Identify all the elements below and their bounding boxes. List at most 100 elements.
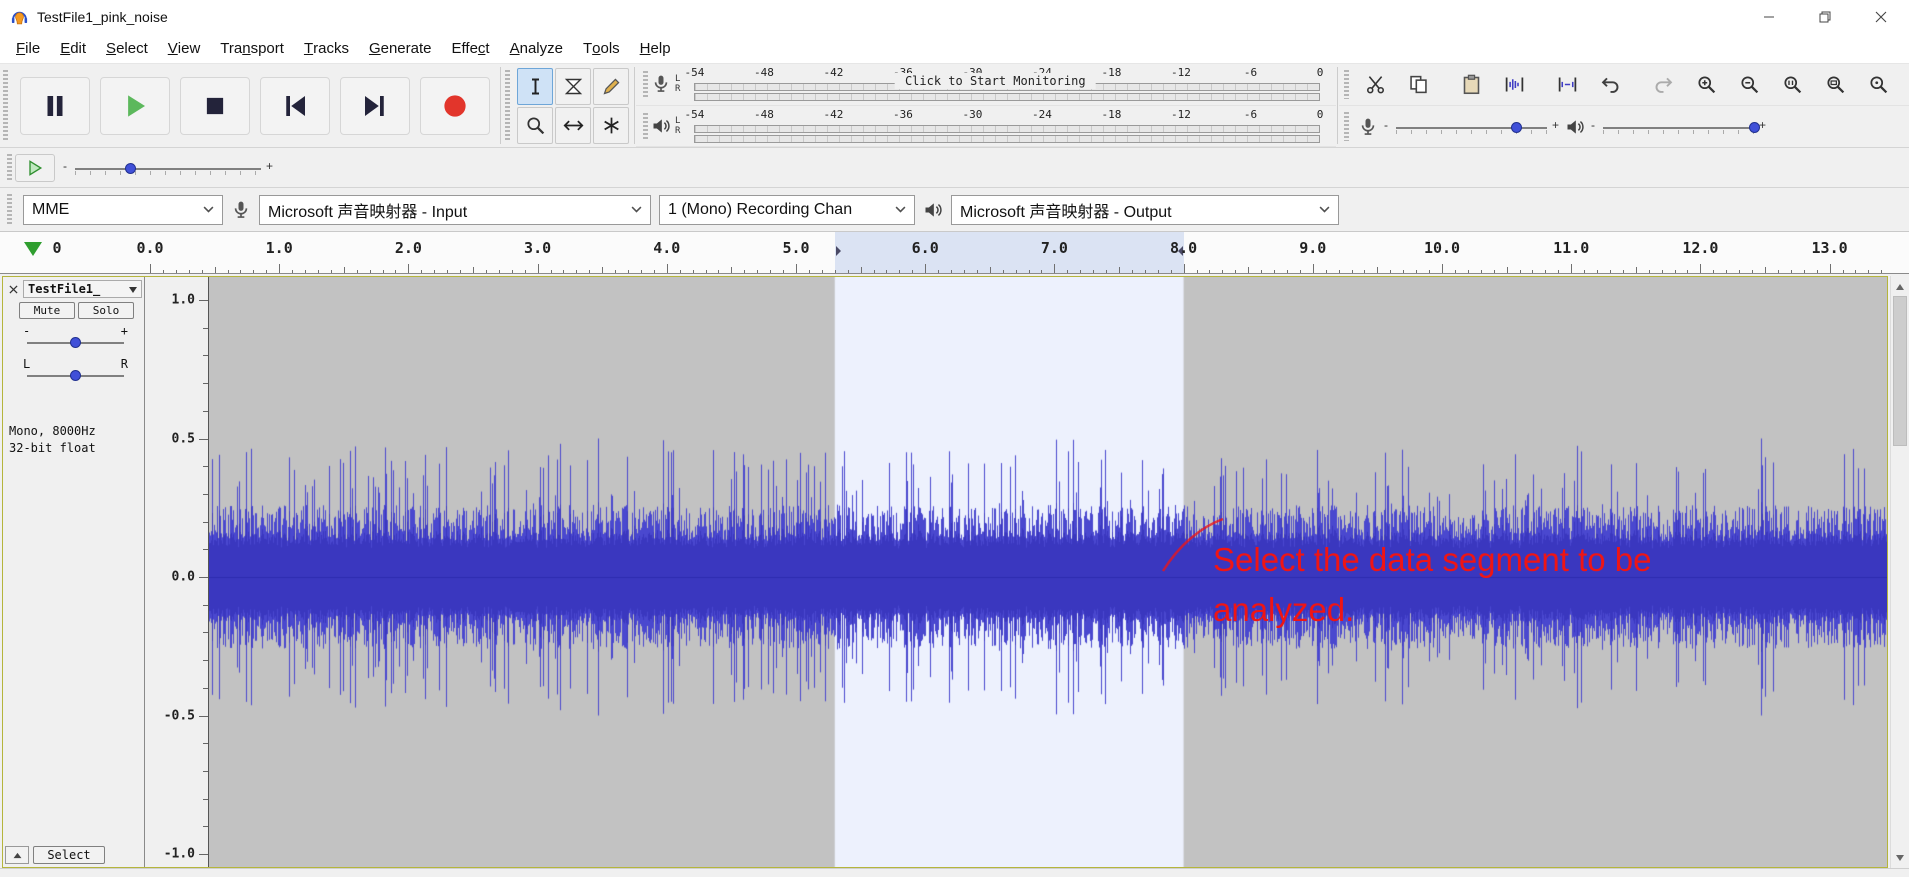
timeline-label: 1.0 xyxy=(266,239,293,257)
ruler-tick xyxy=(1197,270,1198,273)
record-button[interactable] xyxy=(420,77,490,135)
pause-button[interactable] xyxy=(20,77,90,135)
multi-button[interactable] xyxy=(593,107,629,144)
selection-button[interactable] xyxy=(517,68,553,105)
menu-file[interactable]: File xyxy=(6,34,50,63)
audio-host-select[interactable]: MME xyxy=(23,195,223,225)
ruler-tick xyxy=(938,270,939,273)
slider-thumb[interactable] xyxy=(125,163,136,174)
silence-button[interactable] xyxy=(1547,70,1587,100)
toolbar-grip[interactable] xyxy=(643,71,648,98)
cut-button[interactable] xyxy=(1355,70,1395,100)
minimize-button[interactable] xyxy=(1741,0,1797,34)
ruler-tick xyxy=(1274,270,1275,273)
scroll-down-button[interactable] xyxy=(1891,851,1909,868)
pan-slider[interactable]: L R xyxy=(19,355,132,387)
ruler-tick xyxy=(731,267,732,273)
menu-tools[interactable]: Tools xyxy=(573,34,630,63)
menubar: FileEditSelectViewTransportTracksGenerat… xyxy=(0,34,1909,64)
ruler-tick xyxy=(357,270,358,273)
zoom-toggle-button[interactable] xyxy=(1858,70,1898,100)
skip-start-button[interactable] xyxy=(260,77,330,135)
toolbar-grip[interactable] xyxy=(7,194,12,225)
envelope-button[interactable] xyxy=(555,68,591,105)
timeline-ruler[interactable]: 0 0.01.02.03.04.05.06.07.08.09.010.011.0… xyxy=(0,232,1909,274)
recording-volume-slider[interactable]: - + xyxy=(1384,114,1559,140)
menu-transport[interactable]: Transport xyxy=(210,34,294,63)
redo-button[interactable] xyxy=(1643,70,1683,100)
menu-effect[interactable]: Effect xyxy=(442,34,500,63)
transport-toolbar xyxy=(11,64,499,147)
slider-thumb[interactable] xyxy=(70,370,81,381)
scrollbar-thumb[interactable] xyxy=(1893,296,1907,446)
meter-tick-label: -54 xyxy=(684,66,704,79)
maximize-button[interactable] xyxy=(1797,0,1853,34)
menu-view[interactable]: View xyxy=(158,34,211,63)
scroll-up-button[interactable] xyxy=(1891,276,1909,293)
fit-project-button[interactable] xyxy=(1815,70,1855,100)
ruler-tick xyxy=(512,270,513,273)
ruler-tick xyxy=(1093,270,1094,273)
track-name-menu[interactable]: TestFile1_ xyxy=(23,280,142,298)
slider-thumb[interactable] xyxy=(1511,122,1522,133)
zoom-in-button[interactable] xyxy=(1686,70,1726,100)
track-close-button[interactable] xyxy=(5,281,21,297)
toolbar-grip[interactable] xyxy=(1344,112,1349,141)
recording-meter-scale[interactable]: -54-48-42-36-30-24-18-12-60 Click to Sta… xyxy=(684,65,1332,103)
toolbar-grip[interactable] xyxy=(505,70,510,141)
audacity-window: TestFile1_pink_noise FileEditSelectViewT… xyxy=(0,0,1909,877)
scrollbar-track[interactable] xyxy=(1891,293,1909,851)
gain-slider[interactable]: - + xyxy=(19,322,132,354)
toolbar-grip[interactable] xyxy=(7,154,12,181)
menu-tracks[interactable]: Tracks xyxy=(294,34,359,63)
track-select-button[interactable]: Select xyxy=(33,846,105,864)
paste-button[interactable] xyxy=(1451,70,1491,100)
play-at-speed-button[interactable] xyxy=(15,154,55,182)
recording-channels-select[interactable]: 1 (Mono) Recording Chan xyxy=(659,195,915,225)
menu-select[interactable]: Select xyxy=(96,34,158,63)
recording-device-select[interactable]: Microsoft 声音映射器 - Input xyxy=(259,195,651,225)
meter-tick-label: -48 xyxy=(754,66,774,79)
stop-button[interactable] xyxy=(180,77,250,135)
speaker-icon xyxy=(651,115,671,137)
timeshift-button[interactable] xyxy=(555,107,591,144)
ruler-tick xyxy=(1364,270,1365,273)
mute-button[interactable]: Mute xyxy=(19,302,75,319)
vertical-ruler[interactable]: 1.00.50.0-0.5-1.0 xyxy=(145,277,209,867)
collapse-button[interactable] xyxy=(5,846,29,864)
vertical-scrollbar[interactable] xyxy=(1890,276,1909,868)
timeline-pin-icon[interactable] xyxy=(24,242,42,256)
trim-button[interactable] xyxy=(1494,70,1534,100)
draw-button[interactable] xyxy=(593,68,629,105)
playback-meter-scale: -54-48-42-36-30-24-18-12-60 xyxy=(684,107,1332,145)
menu-generate[interactable]: Generate xyxy=(359,34,442,63)
play-speed-slider[interactable]: - + xyxy=(63,155,273,181)
playback-device-select[interactable]: Microsoft 声音映射器 - Output xyxy=(951,195,1339,225)
slider-thumb[interactable] xyxy=(70,337,81,348)
slider-thumb[interactable] xyxy=(1749,122,1760,133)
monitoring-text[interactable]: Click to Start Monitoring xyxy=(895,73,1096,89)
ruler-tick xyxy=(318,270,319,273)
menu-help[interactable]: Help xyxy=(630,34,681,63)
zoom-button[interactable] xyxy=(517,107,553,144)
recording-volume-icon xyxy=(1358,116,1378,138)
close-button[interactable] xyxy=(1853,0,1909,34)
playback-volume-slider[interactable]: - + xyxy=(1591,114,1766,140)
vruler-tick xyxy=(199,439,208,440)
solo-button[interactable]: Solo xyxy=(78,302,134,319)
meter-channel-labels: L R xyxy=(675,116,680,136)
skip-end-button[interactable] xyxy=(340,77,410,135)
menu-edit[interactable]: Edit xyxy=(50,34,96,63)
fit-selection-button[interactable] xyxy=(1772,70,1812,100)
zoom-out-button[interactable] xyxy=(1729,70,1769,100)
play-button[interactable] xyxy=(100,77,170,135)
toolbar-grip[interactable] xyxy=(1344,70,1349,99)
undo-button[interactable] xyxy=(1590,70,1630,100)
ruler-tick xyxy=(874,270,875,273)
toolbar-grip[interactable] xyxy=(3,70,8,141)
copy-button[interactable] xyxy=(1398,70,1438,100)
toolbar-grip[interactable] xyxy=(643,113,648,140)
meter-tick-label: -18 xyxy=(1102,66,1122,79)
menu-analyze[interactable]: Analyze xyxy=(500,34,573,63)
ruler-tick xyxy=(835,270,836,273)
